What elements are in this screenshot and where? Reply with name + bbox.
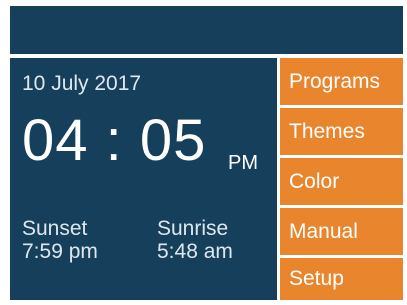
menu-item-label: Programs bbox=[289, 69, 381, 93]
menu-item-themes[interactable]: Themes bbox=[280, 108, 403, 155]
clock-time: 04 : 05 bbox=[22, 108, 207, 173]
current-date: 10 July 2017 bbox=[22, 72, 142, 95]
sunrise-label: Sunrise bbox=[157, 217, 229, 240]
menu-item-manual[interactable]: Manual bbox=[280, 208, 403, 255]
top-bar bbox=[10, 6, 403, 54]
main-panel: 10 July 2017 04 : 05 PM Sunset 7:59 pm S… bbox=[10, 58, 277, 300]
menu-item-label: Manual bbox=[289, 219, 358, 243]
menu-item-setup[interactable]: Setup bbox=[280, 258, 403, 300]
controller-screen: 10 July 2017 04 : 05 PM Sunset 7:59 pm S… bbox=[10, 6, 403, 300]
menu-item-label: Color bbox=[289, 169, 340, 193]
sunset-label: Sunset bbox=[22, 217, 88, 240]
menu-item-programs[interactable]: Programs bbox=[280, 58, 403, 105]
side-menu: Programs Themes Color Manual Setup bbox=[280, 58, 403, 300]
menu-item-label: Themes bbox=[289, 119, 365, 143]
menu-item-label: Setup bbox=[289, 267, 344, 290]
sunset-time: 7:59 pm bbox=[22, 240, 98, 263]
sunrise-time: 5:48 am bbox=[157, 240, 233, 263]
clock-period: PM bbox=[228, 152, 258, 174]
menu-item-color[interactable]: Color bbox=[280, 158, 403, 205]
